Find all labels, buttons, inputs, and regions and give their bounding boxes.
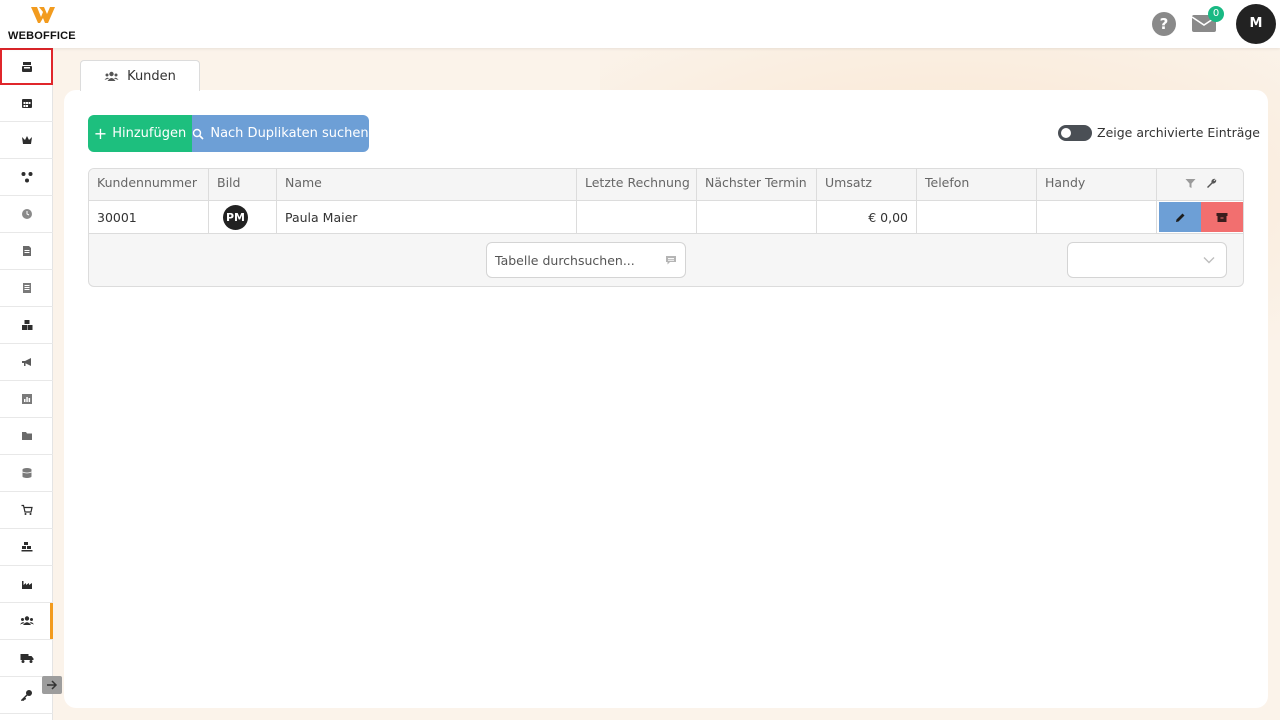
help-button[interactable]: ? <box>1152 12 1176 36</box>
add-button-label: Hinzufügen <box>112 126 187 141</box>
mail-count-badge: 0 <box>1208 6 1224 22</box>
archive-toggle-label: Zeige archivierte Einträge <box>1097 125 1261 140</box>
main-panel: + Hinzufügen Nach Duplikaten suchen Zeig… <box>64 90 1268 708</box>
sidebar-item-dateien[interactable] <box>0 418 53 455</box>
table-row[interactable]: 30001 PM Paula Maier € 0,00 <box>89 201 1243 234</box>
cell-letzte-rechnung <box>577 201 697 233</box>
industry-icon <box>21 581 32 589</box>
table-search-placeholder: Tabelle durchsuchen... <box>495 252 635 268</box>
cell-handy <box>1037 201 1157 233</box>
sidebar-item-statistik[interactable] <box>0 381 53 418</box>
search-icon <box>193 128 204 140</box>
cell-naechster-termin <box>697 201 817 233</box>
megaphone-icon <box>21 358 31 366</box>
column-header-bild[interactable]: Bild <box>209 169 277 200</box>
folder-icon <box>21 432 32 440</box>
tab-kunden[interactable]: Kunden <box>80 60 200 91</box>
sidebar <box>0 48 53 720</box>
search-duplicates-label: Nach Duplikaten suchen <box>210 126 369 141</box>
logo-icon <box>31 7 55 23</box>
sidebar-item-marketing[interactable] <box>0 344 53 381</box>
bar-chart-icon <box>21 394 32 404</box>
arrow-right-icon <box>47 680 58 690</box>
customer-table: Kundennummer Bild Name Letzte Rechnung N… <box>88 168 1244 287</box>
sidebar-item-kalender[interactable] <box>0 85 53 122</box>
customer-avatar: PM <box>223 204 248 230</box>
archive-button[interactable] <box>1201 202 1243 232</box>
sidebar-item-datenbank[interactable] <box>0 455 53 492</box>
table-header: Kundennummer Bild Name Letzte Rechnung N… <box>89 169 1243 201</box>
sidebar-item-lager[interactable] <box>0 529 53 566</box>
sidebar-item-netzwerk[interactable] <box>0 159 53 196</box>
users-icon <box>104 71 119 81</box>
crown-icon <box>21 136 32 144</box>
pencil-icon <box>1175 213 1184 222</box>
wrench-icon[interactable] <box>1206 178 1217 189</box>
cell-umsatz: € 0,00 <box>817 201 917 233</box>
calendar-icon <box>21 99 32 108</box>
sidebar-item-listen[interactable] <box>0 270 53 307</box>
comment-icon <box>666 255 676 264</box>
tab-label: Kunden <box>127 68 176 84</box>
search-duplicates-button[interactable]: Nach Duplikaten suchen <box>192 115 369 152</box>
column-header-name[interactable]: Name <box>277 169 577 200</box>
archive-box-icon <box>1216 212 1228 222</box>
plus-icon: + <box>93 124 108 143</box>
page-size-select[interactable] <box>1067 242 1227 278</box>
user-avatar[interactable]: M <box>1236 4 1276 44</box>
cell-kundennummer: 30001 <box>89 201 209 233</box>
add-button[interactable]: + Hinzufügen <box>88 115 192 152</box>
sidebar-item-produktion[interactable] <box>0 566 53 603</box>
cell-bild: PM <box>209 201 277 233</box>
cell-name: Paula Maier <box>277 201 577 233</box>
warehouse-icon <box>21 542 32 552</box>
logo-text: WEBOFFICE <box>8 30 76 42</box>
cash-register-icon <box>21 61 32 72</box>
column-header-actions <box>1157 169 1243 200</box>
table-search-input[interactable]: Tabelle durchsuchen... <box>486 242 686 278</box>
sidebar-item-zeit[interactable] <box>0 196 53 233</box>
column-header-umsatz[interactable]: Umsatz <box>817 169 917 200</box>
sidebar-item-lieferanten[interactable] <box>0 640 53 677</box>
logo[interactable]: WEBOFFICE <box>8 5 80 43</box>
document-list-icon <box>22 283 31 293</box>
cell-telefon <box>917 201 1037 233</box>
document-icon <box>22 246 31 256</box>
edit-button[interactable] <box>1159 202 1201 232</box>
column-header-naechster-termin[interactable]: Nächster Termin <box>697 169 817 200</box>
clock-icon <box>21 209 32 219</box>
sidebar-item-kunden[interactable] <box>0 603 53 640</box>
sidebar-item-dokumente[interactable] <box>0 233 53 270</box>
boxes-icon <box>21 320 32 330</box>
sidebar-item-produkte[interactable] <box>0 307 53 344</box>
sidebar-item-premium[interactable] <box>0 122 53 159</box>
database-icon <box>21 468 32 478</box>
users-icon <box>19 616 34 625</box>
column-header-kundennummer[interactable]: Kundennummer <box>89 169 209 200</box>
network-icon <box>21 172 32 183</box>
sidebar-item-shop[interactable] <box>0 492 53 529</box>
truck-icon <box>20 654 33 663</box>
sidebar-item-kasse[interactable] <box>0 48 53 85</box>
column-header-handy[interactable]: Handy <box>1037 169 1157 200</box>
filter-icon[interactable] <box>1185 178 1196 189</box>
column-header-letzte-rechnung[interactable]: Letzte Rechnung <box>577 169 697 200</box>
top-bar: WEBOFFICE ? 0 M <box>0 0 1280 48</box>
cart-icon <box>21 504 33 515</box>
column-header-telefon[interactable]: Telefon <box>917 169 1037 200</box>
chevron-down-icon <box>1203 257 1215 264</box>
key-icon <box>20 690 32 701</box>
archive-toggle[interactable] <box>1058 125 1092 141</box>
sidebar-expand-button[interactable] <box>42 676 62 694</box>
